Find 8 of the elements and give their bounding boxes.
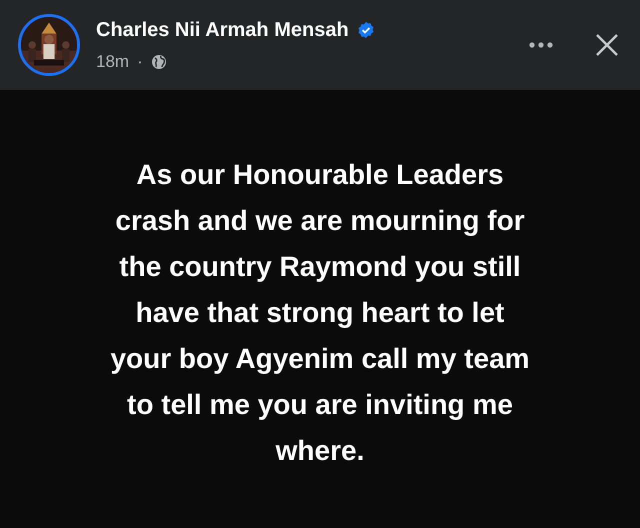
post-text: As our Honourable Leaders crash and we are mourning for the country Raymond you still have that strong heart to let your boy Agyenim call my team to tell me you are inviting me where.	[110, 158, 530, 468]
globe-icon	[150, 54, 167, 70]
avatar[interactable]	[18, 14, 80, 76]
separator-dot: ·	[137, 51, 143, 74]
more-icon	[529, 42, 553, 48]
close-icon	[595, 33, 619, 57]
post-time[interactable]: 18m	[96, 49, 130, 75]
author-name[interactable]: Charles Nii Armah Mensah	[96, 15, 349, 46]
